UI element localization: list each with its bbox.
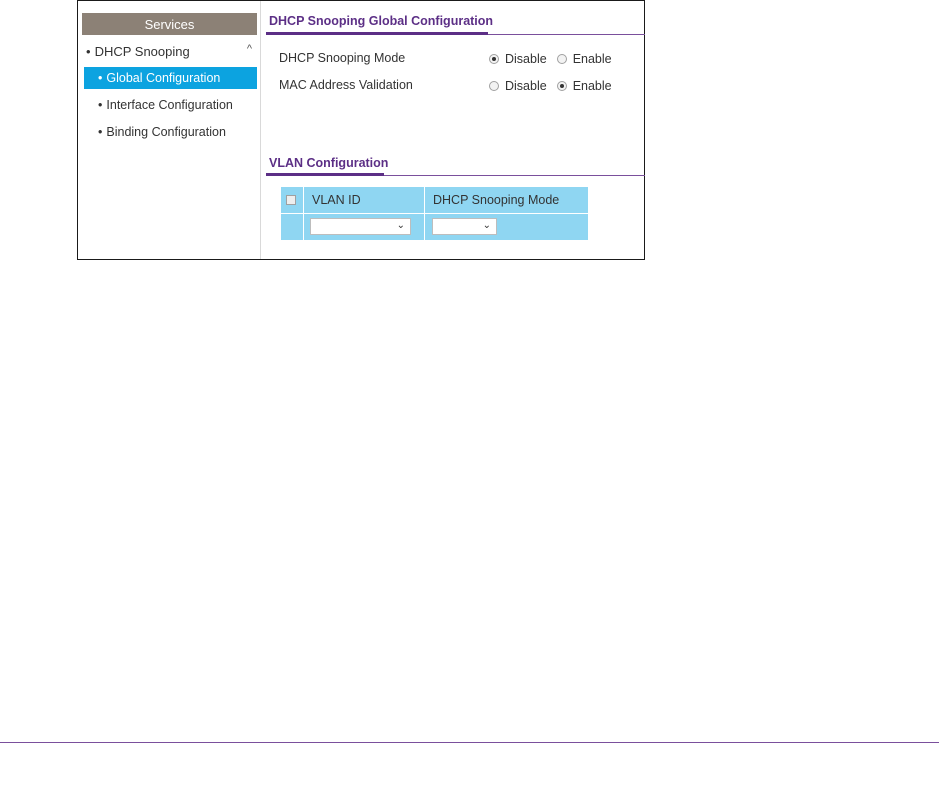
vlan-config-title: VLAN Configuration: [269, 156, 389, 170]
sidebar: Services • DHCP Snooping ^ • Global Conf…: [78, 1, 261, 259]
sidebar-header-label: Services: [144, 16, 195, 32]
vlan-id-select[interactable]: ⌄: [310, 218, 411, 235]
dhcp-snooping-mode-disable-radio[interactable]: [489, 54, 499, 64]
chevron-up-icon[interactable]: ^: [247, 43, 252, 55]
global-config-title: DHCP Snooping Global Configuration: [269, 14, 494, 28]
chevron-down-icon: ⌄: [482, 220, 491, 231]
radio-label: Enable: [572, 52, 612, 66]
main-content: DHCP Snooping Global Configuration DHCP …: [262, 1, 645, 259]
bullet-icon: •: [98, 71, 103, 85]
select-all-checkbox[interactable]: [286, 195, 296, 205]
mac-address-validation-radios: Disable Enable: [489, 79, 622, 93]
dhcp-snooping-mode-select[interactable]: ⌄: [432, 218, 497, 235]
sidebar-item-label: Binding Configuration: [106, 125, 226, 139]
sidebar-group-dhcp-snooping[interactable]: • DHCP Snooping ^: [86, 41, 256, 61]
sidebar-header: Services: [82, 13, 257, 35]
vlan-config-underline: [266, 173, 384, 176]
bullet-icon: •: [86, 43, 91, 59]
radio-label: Enable: [572, 79, 612, 93]
mac-address-validation-label: MAC Address Validation: [279, 78, 413, 92]
dhcp-snooping-mode-radios: Disable Enable: [489, 52, 622, 66]
radio-label: Disable: [505, 52, 547, 66]
mac-validation-enable-radio[interactable]: [556, 81, 567, 91]
dhcp-snooping-mode-label: DHCP Snooping Mode: [279, 51, 406, 65]
vlan-table: VLAN ID DHCP Snooping Mode ⌄ ⌄: [280, 186, 589, 241]
column-header-vlan-id[interactable]: VLAN ID: [312, 193, 361, 207]
sidebar-item-label: Interface Configuration: [106, 98, 233, 112]
bullet-icon: •: [98, 98, 103, 112]
global-config-underline: [266, 32, 488, 35]
radio-label: Disable: [505, 79, 547, 93]
sidebar-group-label: DHCP Snooping: [94, 43, 190, 59]
bullet-icon: •: [98, 125, 103, 139]
page-footer-rule: [0, 742, 939, 743]
chevron-down-icon: ⌄: [396, 220, 405, 231]
sidebar-item-binding-configuration[interactable]: • Binding Configuration: [84, 121, 257, 143]
sidebar-item-global-configuration[interactable]: • Global Configuration: [84, 67, 257, 89]
dhcp-snooping-mode-enable-radio[interactable]: [556, 54, 567, 64]
sidebar-item-interface-configuration[interactable]: • Interface Configuration: [84, 94, 257, 116]
column-header-dhcp-snooping-mode[interactable]: DHCP Snooping Mode: [433, 193, 559, 207]
select-all-cell: [286, 195, 296, 205]
app-frame: Services • DHCP Snooping ^ • Global Conf…: [77, 0, 645, 260]
sidebar-item-label: Global Configuration: [106, 71, 221, 85]
row-divider: [281, 213, 588, 214]
mac-validation-disable-radio[interactable]: [489, 81, 499, 91]
